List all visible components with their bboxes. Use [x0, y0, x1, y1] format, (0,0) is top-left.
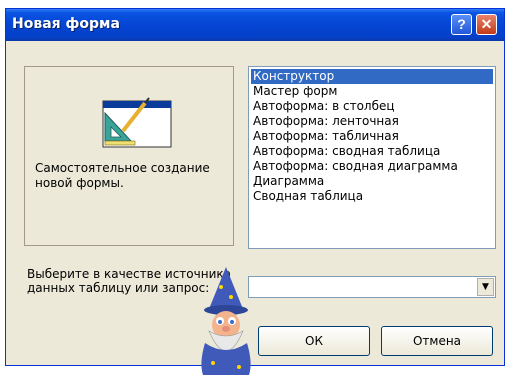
list-item[interactable]: Автоформа: табличная [251, 129, 493, 144]
data-source-combobox[interactable]: ▼ [248, 276, 496, 298]
list-item[interactable]: Автоформа: сводная диаграмма [251, 159, 493, 174]
list-item[interactable]: Автоформа: ленточная [251, 114, 493, 129]
office-assistant-wizard[interactable] [191, 267, 261, 375]
ok-button[interactable]: ОК [258, 326, 370, 356]
cancel-button[interactable]: Отмена [381, 326, 493, 356]
list-item[interactable]: Сводная таблица [251, 189, 493, 204]
preview-panel: Самостоятельное создание новой формы. [24, 66, 234, 246]
list-item[interactable]: Автоформа: сводная таблица [251, 144, 493, 159]
list-item[interactable]: Конструктор [251, 69, 493, 84]
close-button[interactable]: ✕ [476, 14, 497, 35]
form-design-icon [102, 97, 172, 148]
list-item[interactable]: Мастер форм [251, 84, 493, 99]
preview-description: Самостоятельное создание новой формы. [35, 161, 210, 190]
list-item[interactable]: Автоформа: в столбец [251, 99, 493, 114]
form-type-list[interactable]: Конструктор Мастер форм Автоформа: в сто… [248, 66, 496, 249]
list-item[interactable]: Диаграмма [251, 174, 493, 189]
new-form-dialog: Новая форма ? ✕ Самостоятельное создание… [5, 8, 505, 375]
dropdown-arrow-icon[interactable]: ▼ [477, 278, 494, 296]
window-title: Новая форма [12, 16, 120, 32]
title-bar[interactable]: Новая форма ? ✕ [6, 9, 504, 41]
help-button[interactable]: ? [451, 14, 472, 35]
